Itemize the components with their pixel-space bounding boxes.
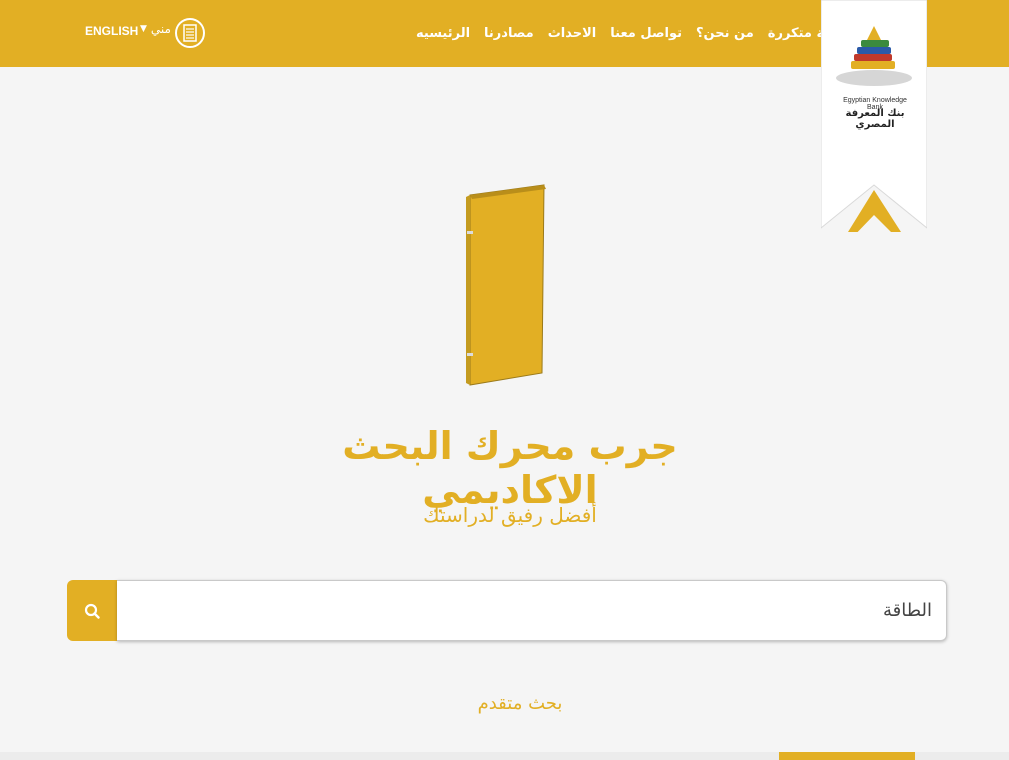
main-nav: الرئيسيه مصادرنا الاحداث تواصل معنا من ن… (416, 0, 852, 67)
nav-home[interactable]: الرئيسيه (416, 26, 470, 41)
logo-name-ar: بنك المعرفة المصري (845, 108, 905, 130)
chevron-down-icon: ▼ (140, 24, 147, 34)
search-icon (84, 603, 100, 619)
my-library-label: مني (150, 22, 171, 36)
nav-sources[interactable]: مصادرنا (484, 26, 534, 41)
language-switch[interactable]: ENGLISH (85, 24, 138, 38)
advanced-search-link[interactable]: بحث متقدم (440, 693, 600, 714)
library-icon[interactable] (175, 18, 205, 48)
hero-title: جرب محرك البحث الاكاديمي (342, 424, 678, 512)
nav-about[interactable]: من نحن؟ (696, 26, 754, 41)
footer-tab[interactable] (779, 752, 915, 760)
nav-contact[interactable]: تواصل معنا (610, 26, 682, 41)
book-illustration (466, 184, 546, 386)
hero-subtitle: أفضل رفيق لدراستك (423, 503, 597, 527)
search-input[interactable] (117, 580, 947, 641)
search-button[interactable] (67, 580, 117, 641)
my-library-menu[interactable]: ▼ مني (140, 22, 171, 36)
nav-events[interactable]: الاحداث (548, 26, 597, 41)
search-bar (67, 580, 947, 641)
